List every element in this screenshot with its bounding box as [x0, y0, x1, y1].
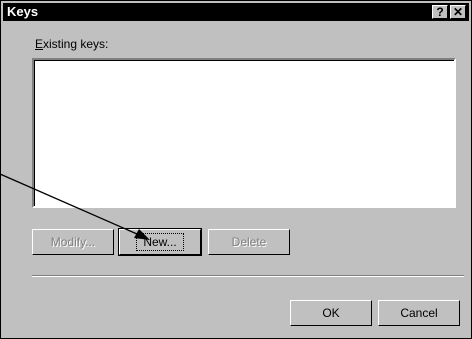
delete-button[interactable]: Delete — [208, 229, 290, 255]
separator — [32, 275, 464, 277]
dialog-title: Keys — [7, 4, 39, 19]
close-icon[interactable]: ✕ — [450, 5, 466, 19]
cancel-button-label: Cancel — [400, 306, 438, 320]
new-button-label: New... — [136, 233, 184, 251]
modify-button-label: Modify... — [50, 235, 96, 249]
title-bar[interactable]: Keys ? ✕ — [3, 3, 469, 21]
delete-button-label: Delete — [231, 235, 267, 249]
ok-button[interactable]: OK — [290, 300, 372, 326]
help-icon[interactable]: ? — [432, 5, 448, 19]
keys-dialog: Keys ? ✕ Existing keys: Modify... New...… — [0, 0, 472, 339]
cancel-button[interactable]: Cancel — [378, 300, 460, 326]
new-button[interactable]: New... — [118, 228, 202, 256]
existing-keys-list[interactable] — [32, 58, 456, 208]
existing-keys-label: Existing keys: — [35, 37, 108, 51]
existing-keys-label-accelerator: E — [35, 37, 44, 51]
modify-button[interactable]: Modify... — [32, 229, 114, 255]
ok-button-label: OK — [322, 306, 340, 320]
existing-keys-label-text: xisting keys: — [43, 37, 109, 51]
